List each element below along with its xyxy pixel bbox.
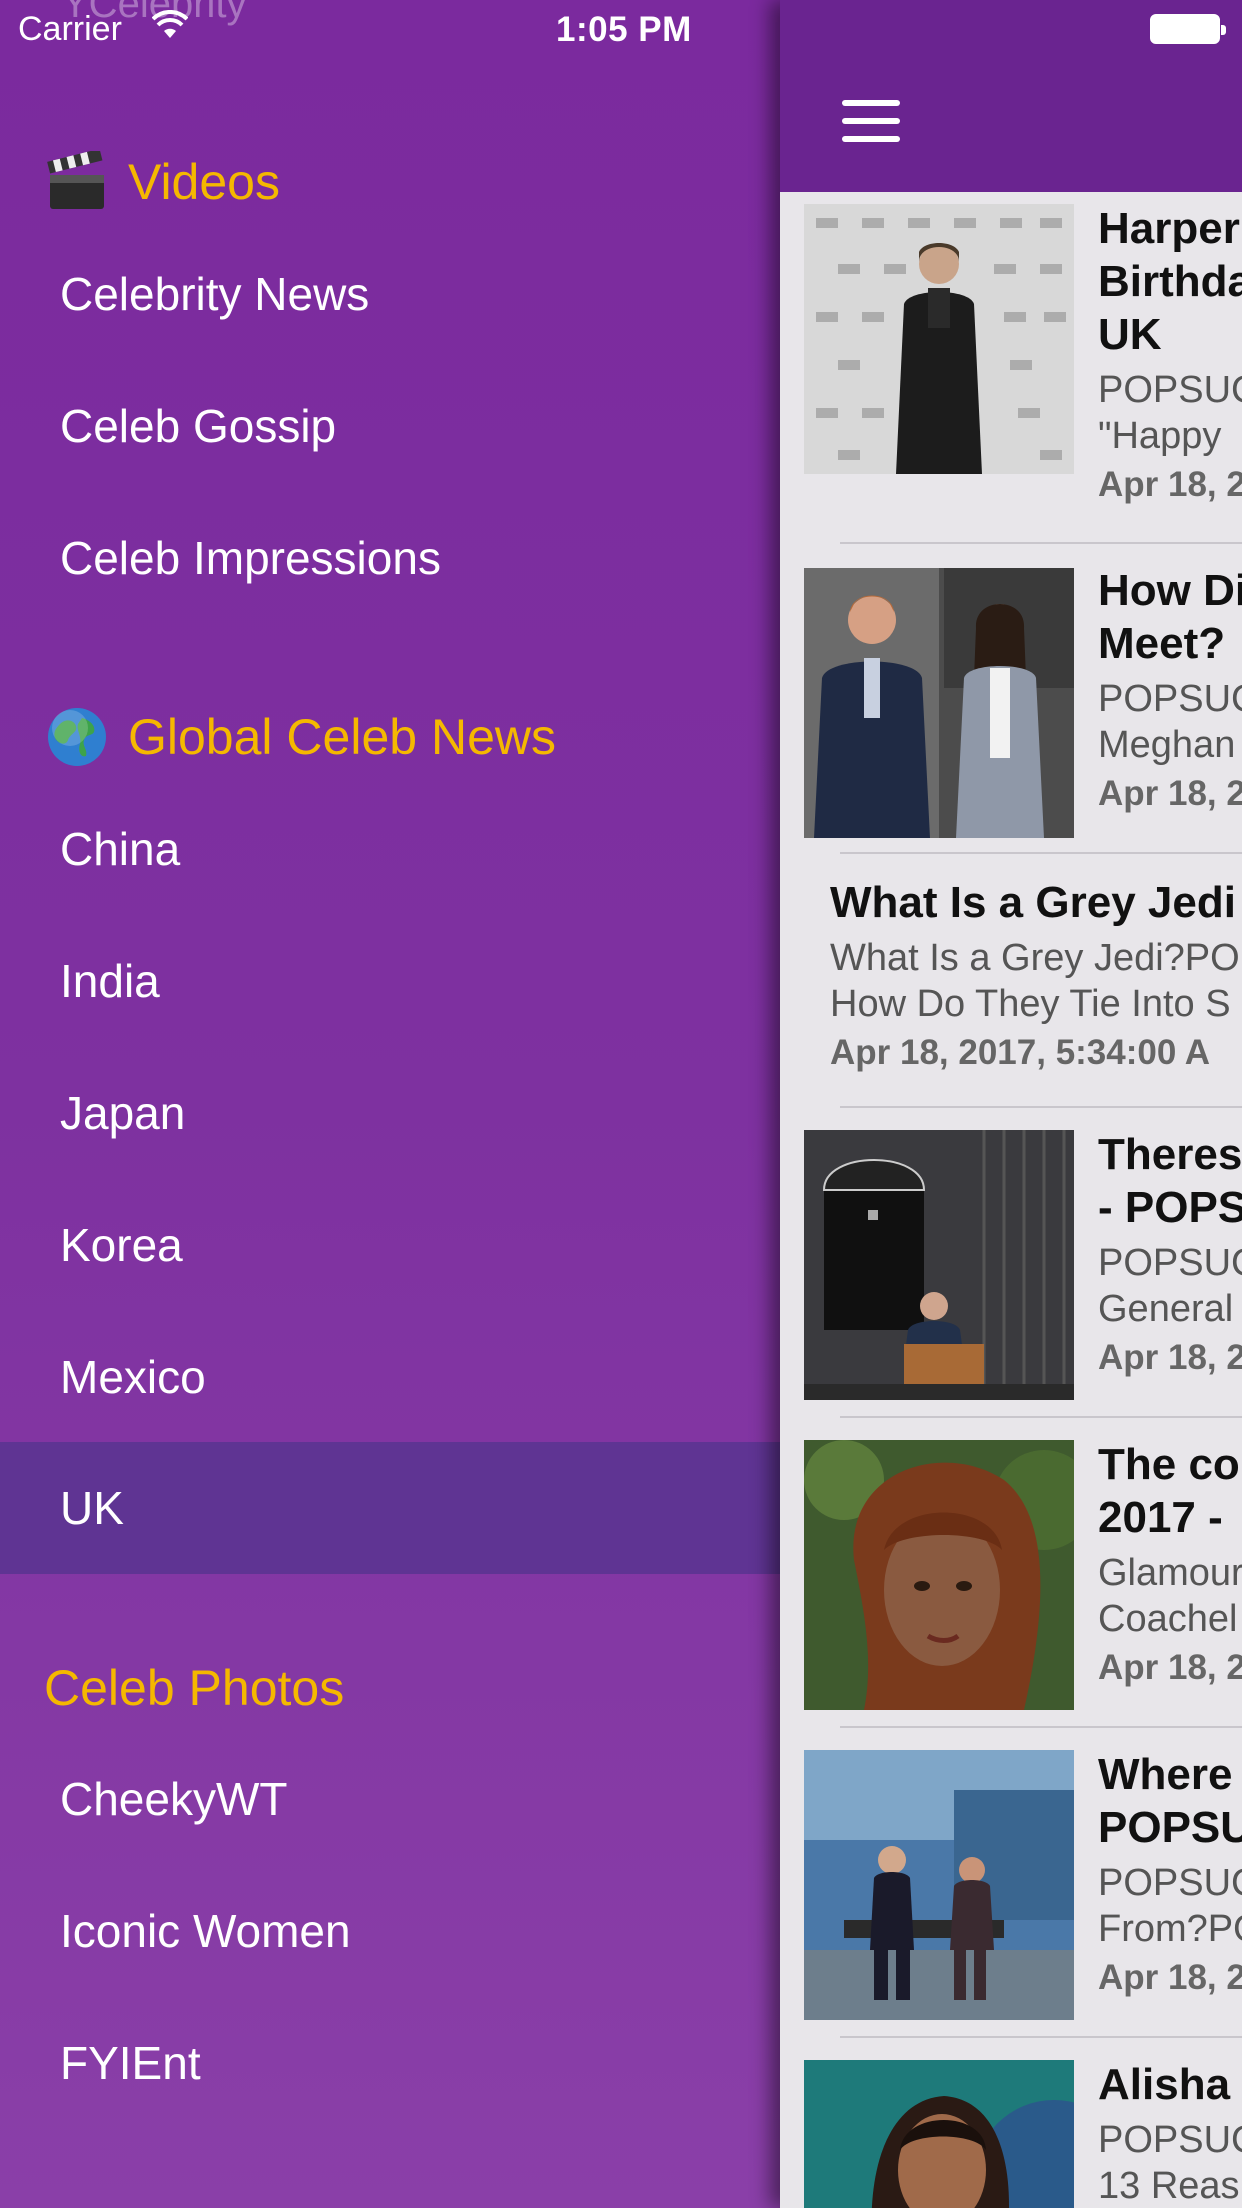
menu-item-fyient[interactable]: FYIEnt	[0, 1997, 780, 2129]
news-date: Apr 18, 2017, 5:34:00 A	[830, 1033, 1211, 1072]
news-card[interactable]: The co 2017 - Glamour Coachel Apr 18, 2	[780, 1418, 1242, 1728]
news-title: Harper	[1098, 204, 1240, 253]
news-description: POPSUC	[1098, 369, 1242, 411]
news-text: How Di Meet? POPSUC Meghan Apr 18, 2	[1098, 564, 1242, 816]
menu-item-label: Celebrity News	[60, 268, 370, 320]
news-date: Apr 18, 2	[1098, 1338, 1242, 1377]
news-title: The co	[1098, 1440, 1240, 1489]
news-title: How Di	[1098, 566, 1242, 615]
menu-item-label: Celeb Impressions	[60, 532, 441, 584]
menu-item-iconic-women[interactable]: Iconic Women	[0, 1865, 780, 1997]
menu-item-celeb-gossip[interactable]: Celeb Gossip	[0, 360, 780, 492]
news-date: Apr 18, 2	[1098, 774, 1242, 813]
news-title: Birthda	[1098, 257, 1242, 306]
news-title: UK	[1098, 310, 1162, 359]
menu-item-uk[interactable]: UK	[0, 1442, 780, 1574]
menu-item-label: UK	[60, 1482, 124, 1534]
news-title: Where	[1098, 1750, 1233, 1799]
news-text: Theres - POPS POPSUC General Apr 18, 2	[1098, 1128, 1242, 1380]
wifi-icon	[152, 10, 188, 38]
news-text: Where POPSU POPSUC From?PO Apr 18, 2	[1098, 1748, 1242, 2000]
menu-item-cheekywt[interactable]: CheekyWT	[0, 1733, 780, 1865]
news-title: Theres	[1098, 1130, 1242, 1179]
news-card[interactable]: Where POPSU POPSUC From?PO Apr 18, 2	[780, 1728, 1242, 2038]
news-description: "Happy	[1098, 415, 1222, 457]
menu-item-label: India	[60, 955, 160, 1007]
news-description: What Is a Grey Jedi?PO	[830, 937, 1240, 979]
news-card[interactable]: What Is a Grey Jedi What Is a Grey Jedi?…	[780, 854, 1242, 1108]
menu-item-celebrity-news[interactable]: Celebrity News	[0, 228, 780, 360]
carrier-label: Carrier	[18, 10, 122, 48]
news-description: From?PO	[1098, 1908, 1242, 1950]
hamburger-menu-icon[interactable]	[842, 100, 900, 146]
section-title: Videos	[128, 154, 280, 210]
news-feed-panel: Harper Birthda UK POPSUC "Happy Apr 18, …	[780, 0, 1242, 2208]
news-card[interactable]: How Di Meet? POPSUC Meghan Apr 18, 2	[780, 544, 1242, 854]
menu-item-label: Japan	[60, 1087, 186, 1139]
news-title: Alisha	[1098, 2060, 1231, 2109]
news-date: Apr 18, 2	[1098, 1648, 1242, 1687]
status-time: 1:05 PM	[556, 10, 692, 49]
news-description: Coachel	[1098, 1598, 1238, 1640]
section-header-global-celeb-news: Global Celeb News	[44, 697, 556, 777]
news-description: How Do They Tie Into S	[830, 983, 1231, 1025]
news-thumbnail	[804, 1440, 1074, 1710]
news-date: Apr 18, 2	[1098, 465, 1242, 504]
news-description: 13 Reas	[1098, 2165, 1240, 2207]
news-thumbnail	[804, 1130, 1074, 1400]
battery-icon	[1150, 14, 1226, 44]
news-title: POPSU	[1098, 1803, 1242, 1852]
news-thumbnail	[804, 568, 1074, 838]
news-text: The co 2017 - Glamour Coachel Apr 18, 2	[1098, 1438, 1242, 1690]
news-thumbnail	[804, 1750, 1074, 2020]
section-header-videos: Videos	[44, 142, 280, 222]
menu-item-label: Mexico	[60, 1351, 206, 1403]
news-description: General	[1098, 1288, 1234, 1330]
menu-item-label: Iconic Women	[60, 1905, 351, 1957]
menu-item-korea[interactable]: Korea	[0, 1179, 780, 1311]
app-screen: Carrier 1:05 PM YCelebrity Videos Celebr…	[0, 0, 1242, 2208]
section-title: Global Celeb News	[128, 709, 556, 765]
menu-item-label: FYIEnt	[60, 2037, 201, 2089]
news-description: POPSUC	[1098, 2119, 1242, 2161]
news-title: Meet?	[1098, 619, 1226, 668]
menu-item-china[interactable]: China	[0, 783, 780, 915]
news-date: Apr 18, 2	[1098, 1958, 1242, 1997]
news-description: POPSUC	[1098, 1862, 1242, 1904]
section-title: Celeb Photos	[44, 1660, 345, 1716]
news-description: POPSUC	[1098, 678, 1242, 720]
news-card[interactable]: Alisha POPSUC 13 Reas	[780, 2038, 1242, 2208]
news-text: What Is a Grey Jedi What Is a Grey Jedi?…	[830, 876, 1242, 1075]
menu-item-label: CheekyWT	[60, 1773, 288, 1825]
status-bar: Carrier 1:05 PM	[0, 0, 1242, 60]
menu-item-label: China	[60, 823, 181, 875]
news-description: Meghan	[1098, 724, 1236, 766]
news-card[interactable]: Theres - POPS POPSUC General Apr 18, 2	[780, 1108, 1242, 1418]
news-thumbnail	[804, 204, 1074, 474]
news-description: POPSUC	[1098, 1242, 1242, 1284]
news-description: Glamour	[1098, 1552, 1242, 1594]
globe-icon	[44, 704, 110, 770]
side-menu-drawer: YCelebrity Videos Celebrity News Celeb G…	[0, 0, 780, 2208]
menu-item-label: Korea	[60, 1219, 183, 1271]
news-title: What Is a Grey Jedi	[830, 878, 1236, 927]
news-title: 2017 -	[1098, 1493, 1223, 1542]
news-text: Alisha POPSUC 13 Reas	[1098, 2058, 1242, 2208]
news-text: Harper Birthda UK POPSUC "Happy Apr 18, …	[1098, 202, 1242, 507]
news-title: - POPS	[1098, 1183, 1242, 1232]
menu-item-mexico[interactable]: Mexico	[0, 1311, 780, 1443]
section-header-celeb-photos: Celeb Photos	[44, 1648, 344, 1728]
menu-item-celeb-impressions[interactable]: Celeb Impressions	[0, 492, 780, 624]
news-card[interactable]: Harper Birthda UK POPSUC "Happy Apr 18, …	[780, 192, 1242, 544]
menu-item-japan[interactable]: Japan	[0, 1047, 780, 1179]
clapperboard-icon	[44, 149, 110, 215]
news-thumbnail	[804, 2060, 1074, 2208]
menu-item-label: Celeb Gossip	[60, 400, 337, 452]
menu-item-india[interactable]: India	[0, 915, 780, 1047]
